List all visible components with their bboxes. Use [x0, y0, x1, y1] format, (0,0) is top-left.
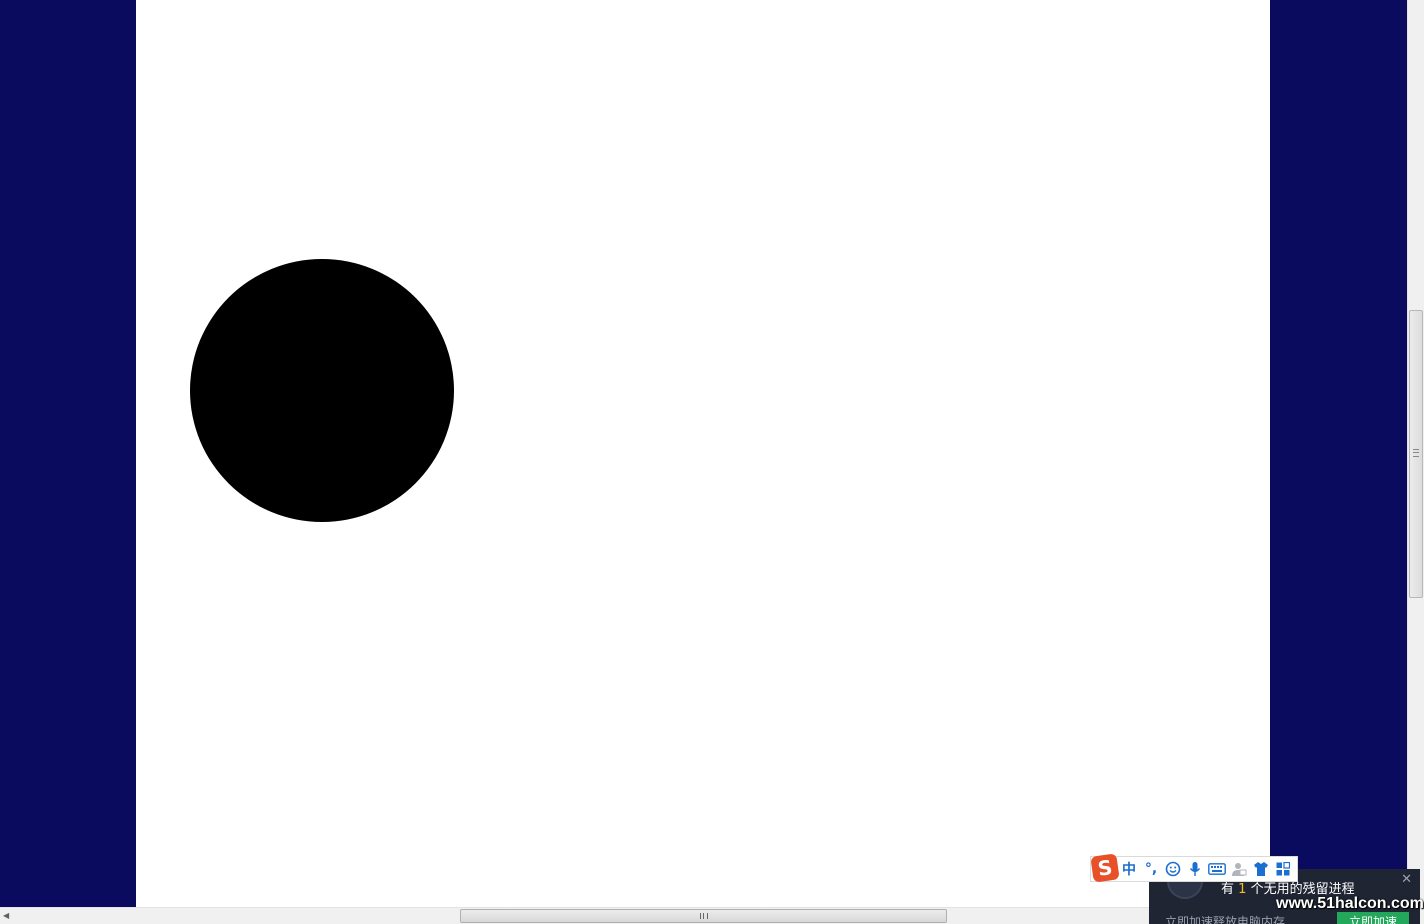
watermark: www.51halcon.com [1276, 895, 1424, 912]
ime-mode-toggle[interactable]: 中 [1118, 858, 1140, 880]
vertical-scroll-thumb[interactable] [1409, 310, 1423, 598]
toolbox-icon[interactable] [1272, 858, 1294, 880]
grip-icon [1413, 449, 1419, 457]
black-circle-region [190, 259, 454, 522]
horizontal-scroll-thumb[interactable] [460, 909, 947, 923]
notification-subtext: 立即加速释放电脑内存 [1165, 915, 1286, 924]
process-count: 1 [1238, 882, 1247, 897]
scroll-left-arrow-icon[interactable]: ◀ [3, 911, 9, 920]
image-canvas[interactable] [136, 0, 1270, 908]
grip-icon [700, 913, 708, 919]
emoji-icon[interactable] [1162, 858, 1184, 880]
microphone-icon[interactable] [1184, 858, 1206, 880]
viewport: ◀ 有 1 个无用的残留进程 ✕ 立即加速释放电脑内存 立即加速 www.51h… [0, 0, 1424, 924]
close-icon[interactable]: ✕ [1401, 872, 1412, 887]
sogou-logo-icon[interactable]: S [1090, 853, 1120, 883]
skin-shirt-icon[interactable] [1250, 858, 1272, 880]
punctuation-toggle[interactable]: °, [1140, 858, 1162, 880]
keyboard-icon[interactable] [1206, 858, 1228, 880]
ime-toolbar[interactable]: S 中 °, [1090, 853, 1298, 883]
speed-up-button[interactable]: 立即加速 [1337, 912, 1409, 924]
vertical-scrollbar[interactable] [1407, 0, 1424, 908]
user-icon[interactable] [1228, 858, 1250, 880]
